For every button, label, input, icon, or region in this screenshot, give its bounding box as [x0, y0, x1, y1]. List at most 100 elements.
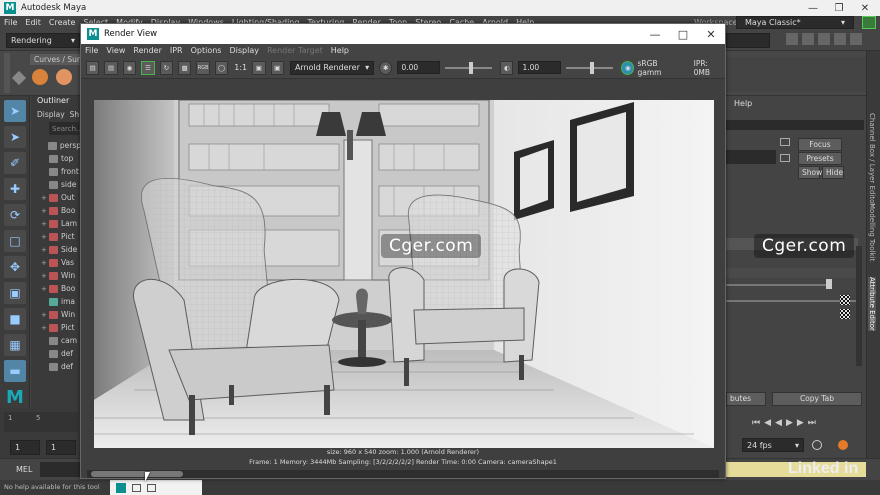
outliner-item[interactable]: def — [31, 347, 81, 360]
layout-icon[interactable] — [834, 33, 846, 45]
frame-icon[interactable] — [780, 154, 790, 162]
expand-icon[interactable]: + — [41, 207, 49, 215]
keep-image-icon[interactable]: ▩ — [178, 60, 192, 75]
timeline-bar[interactable] — [4, 412, 78, 432]
select-tool-icon[interactable]: ➤ — [4, 100, 26, 122]
outliner-item[interactable]: + Win — [31, 269, 81, 282]
restore-icon[interactable]: ❐ — [826, 0, 852, 16]
exposure-slider[interactable] — [444, 61, 493, 74]
grid-icon[interactable] — [818, 33, 830, 45]
paint-select-icon[interactable]: ✐ — [4, 152, 26, 174]
show-button[interactable]: Show — [798, 166, 822, 179]
attribute-slider[interactable] — [726, 300, 856, 302]
outliner-item[interactable]: front — [31, 165, 81, 178]
alpha-channel-icon[interactable]: ◯ — [214, 60, 229, 75]
auto-key-icon[interactable] — [838, 440, 848, 450]
sphere-icon[interactable] — [32, 69, 48, 85]
render-image[interactable]: Cger.com — [94, 100, 714, 448]
select-attributes-button[interactable]: butes — [726, 392, 766, 406]
outliner-item[interactable]: + Pict — [31, 321, 81, 334]
presets-button[interactable]: Presets — [798, 152, 842, 165]
minimize-icon[interactable]: — — [800, 0, 826, 16]
command-input[interactable] — [40, 462, 80, 477]
snapshot-icon[interactable]: ◉ — [122, 60, 137, 75]
outliner-item[interactable]: + Boo — [31, 282, 81, 295]
color-management-icon[interactable]: ◉ — [621, 60, 635, 75]
expand-icon[interactable]: + — [41, 272, 49, 280]
expand-icon[interactable]: + — [41, 311, 49, 319]
close-icon[interactable]: ✕ — [697, 24, 725, 44]
lasso-tool-icon[interactable]: ➤ — [4, 126, 26, 148]
layout-four-icon[interactable]: ▦ — [4, 334, 26, 356]
outliner-menu-display[interactable]: Display — [37, 110, 65, 119]
current-frame-field[interactable]: 1 — [46, 440, 76, 455]
renderer-dropdown[interactable]: Arnold Renderer ▾ — [289, 60, 375, 75]
rv-menu-render[interactable]: Render — [129, 46, 165, 55]
channel-box-tab[interactable]: Channel Box / Layer Editor — [868, 113, 876, 206]
render-view-scrollbar[interactable] — [87, 470, 719, 478]
step-back-icon[interactable]: ◀ — [764, 418, 771, 428]
user-icon[interactable] — [786, 33, 798, 45]
slider-knob[interactable] — [589, 61, 594, 74]
restore-icon[interactable] — [132, 483, 141, 492]
copy-tab-button[interactable]: Copy Tab — [772, 392, 862, 406]
panel-scrollbar[interactable] — [856, 246, 862, 366]
loop-icon[interactable] — [812, 440, 822, 450]
menu-file[interactable]: File — [0, 18, 21, 27]
maximize-icon[interactable]: □ — [669, 24, 697, 44]
modelling-toolkit-tab[interactable]: Modelling Toolkit — [868, 203, 876, 261]
attribute-slider[interactable] — [726, 284, 826, 286]
outliner-item[interactable]: + Win — [31, 308, 81, 321]
scale-tool-icon[interactable]: □ — [4, 230, 26, 252]
rv-menu-display[interactable]: Display — [225, 46, 263, 55]
redo-render-icon[interactable]: ▤ — [86, 60, 100, 75]
outliner-item[interactable]: persp — [31, 139, 81, 152]
expand-icon[interactable]: + — [41, 324, 49, 332]
fit-frame-icon[interactable]: ▣ — [252, 60, 266, 75]
expand-icon[interactable]: + — [41, 194, 49, 202]
range-start-field[interactable]: 1 — [10, 440, 40, 455]
outliner-item[interactable]: + Out — [31, 191, 81, 204]
rotate-tool-icon[interactable]: ⟳ — [4, 204, 26, 226]
gamma-icon[interactable]: ◐ — [500, 60, 514, 75]
slider-knob[interactable] — [826, 279, 832, 289]
lock-icon[interactable] — [862, 16, 876, 29]
step-forward-icon[interactable]: ▶ — [797, 418, 804, 428]
focus-button[interactable]: Focus — [798, 138, 842, 151]
attribute-field[interactable] — [726, 120, 864, 130]
outliner-item[interactable]: def — [31, 360, 81, 373]
minimize-icon[interactable]: — — [641, 24, 669, 44]
outliner-menu-show[interactable]: Sh — [70, 110, 80, 119]
rv-menu-view[interactable]: View — [102, 46, 129, 55]
maya-taskbar-icon[interactable] — [116, 482, 126, 493]
slider-knob[interactable] — [468, 61, 473, 74]
frame-icon[interactable] — [780, 138, 790, 146]
rv-menu-options[interactable]: Options — [187, 46, 226, 55]
render-region-icon[interactable]: ▤ — [104, 60, 118, 75]
frame-all-icon[interactable]: ▣ — [270, 60, 284, 75]
outliner-item[interactable]: cam — [31, 334, 81, 347]
help-menu[interactable]: Help — [734, 99, 752, 108]
menu-create[interactable]: Create — [45, 18, 80, 27]
checker-icon[interactable] — [840, 295, 850, 305]
layout-outliner-icon[interactable]: ▬ — [4, 360, 26, 382]
play-forward-icon[interactable]: ▶ — [786, 418, 793, 428]
expand-icon[interactable]: + — [41, 285, 49, 293]
mel-label[interactable]: MEL — [16, 465, 32, 474]
settings-icon[interactable] — [850, 33, 862, 45]
workspace-dropdown[interactable]: Maya Classic* ▾ — [736, 16, 854, 29]
go-to-start-icon[interactable]: ⏮ — [752, 418, 760, 428]
hide-button[interactable]: Hide — [822, 166, 844, 179]
outliner-item[interactable]: ima — [31, 295, 81, 308]
manipulator-icon[interactable]: ✥ — [4, 256, 26, 278]
ipr-render-icon[interactable]: ☰ — [141, 60, 155, 75]
play-back-icon[interactable]: ◀ — [775, 418, 782, 428]
refresh-icon[interactable]: ↻ — [159, 60, 174, 75]
gamma-slider[interactable] — [565, 61, 614, 74]
outliner-item[interactable]: + Boo — [31, 204, 81, 217]
zoom-ratio-button[interactable]: 1:1 — [234, 63, 247, 72]
expand-icon[interactable]: + — [41, 233, 49, 241]
go-to-end-icon[interactable]: ⏭ — [808, 418, 816, 428]
menuset-dropdown[interactable]: Rendering ▾ — [6, 33, 80, 48]
rgb-channel-icon[interactable]: RGB — [196, 60, 210, 75]
